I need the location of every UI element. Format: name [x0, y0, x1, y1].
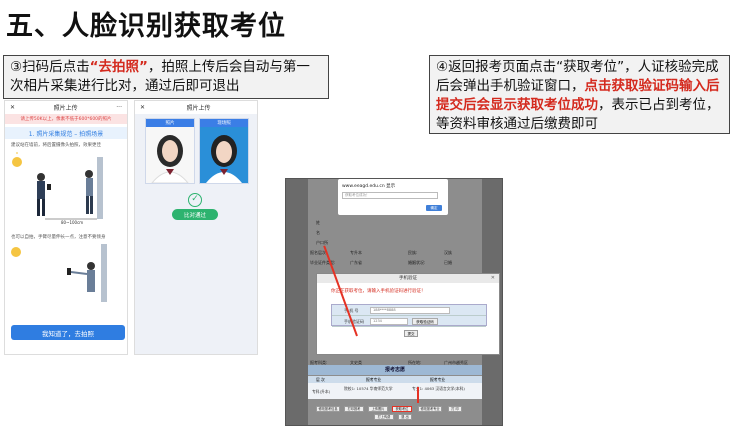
alert-message: 获取考位成功！	[342, 192, 438, 199]
step3-instruction: ③扫码后点击“去拍照”，拍照上传后会自动与第一次相片采集进行比对，通过后即可退出	[3, 55, 329, 99]
pay-button[interactable]: 打上传费	[374, 414, 394, 420]
print-button[interactable]: 打印报考	[344, 406, 364, 412]
verify-dialog-message: 你正在获取考位，请输入手机验证码进行验证！	[331, 289, 426, 294]
arrow-down-icon	[417, 387, 419, 403]
alert-ok-button[interactable]: 确定	[426, 205, 442, 211]
submit-button[interactable]: 提交	[404, 330, 418, 337]
pass-status-badge: 比对通过	[172, 209, 218, 220]
distance-label: 80~100cm	[61, 220, 83, 225]
desktop-screenshot: 姓 名 户口所 报名层次: 专升本 民族: 汉族 毕业证件类型: 广东省 婚姻状况: 已婚 …	[285, 178, 503, 426]
guide-tip-2: 也可以自拍，手臂尽量伸长一点，注意不要倾身	[11, 235, 106, 240]
more-icon[interactable]: ···	[116, 104, 122, 111]
get-code-button[interactable]: 获取验证码	[412, 318, 438, 325]
print-2-button[interactable]: 打 印	[448, 406, 462, 412]
wall-photo-illustration: 80~100cm	[12, 152, 103, 225]
verify-form: 手 机 号 188****8888 手机验证码 1234 获取验证码	[331, 304, 487, 327]
guide-tip-1: 建议站在墙前，将后置摄像头拍照，效果更佳	[11, 143, 101, 148]
page-title: 五、人脸识别获取考位	[6, 11, 286, 42]
live-photo-card: 现场照	[199, 118, 249, 184]
portrait-photo-1	[146, 127, 194, 184]
step4-instruction: ④返回报考页面点击“获取考位”，人证核验完成后会弹出手机验证窗口，点击获取验证码…	[429, 55, 730, 134]
phone1-header-title: 照片上传	[53, 105, 78, 112]
verify-dialog-title: 手机验证 ✕	[317, 274, 499, 283]
phone-row: 手 机 号 188****8888	[332, 305, 486, 316]
phone-screenshot-guide: ✕ 照片上传 ··· 请上传50K以上，像素不低于600*600的照片 1. 照…	[4, 100, 128, 355]
close-icon[interactable]: ✕	[491, 274, 495, 283]
portrait-photo-2	[200, 127, 248, 183]
form-row: 报名层次: 专升本 民族: 汉族	[310, 250, 452, 255]
form-row: 户口所	[316, 240, 328, 245]
table-header: 层 次 报考专业 报考专业	[308, 376, 482, 383]
form-row: 名	[316, 230, 320, 235]
phone2-header: ✕ 照片上传	[135, 101, 257, 114]
browser-alert-dialog: www.eeagd.edu.cn 显示 获取考位成功！ 确定	[338, 179, 448, 215]
edit-info-button[interactable]: 修改报考信息	[316, 406, 340, 412]
phone-field[interactable]: 188****8888	[370, 307, 450, 314]
upload-photo-button[interactable]: 上传照片	[368, 406, 388, 412]
id-photo-card: 照片	[145, 118, 195, 184]
exit-button[interactable]: 退 出	[398, 414, 412, 420]
code-field[interactable]: 1234	[370, 318, 408, 325]
edit-major-button[interactable]: 修改报考专业	[418, 406, 442, 412]
phone2-header-title: 照片上传	[186, 105, 211, 112]
action-buttons: 修改报考信息 打印报考 上传照片 获取考位 修改报考专业 打 印 打上传费 退 …	[308, 404, 482, 425]
card1-label: 照片	[146, 119, 194, 127]
step3-highlight: “去拍照”	[89, 59, 148, 75]
table-row: 专科(升本) 院校1: 10574 华南师范大学 专业1: 4063 汉语言文学…	[308, 383, 482, 399]
card2-label: 现场照	[200, 119, 248, 127]
get-seat-button[interactable]: 获取考位	[392, 406, 412, 412]
section-title: 报考志愿	[308, 365, 482, 375]
form-row: 姓	[316, 220, 320, 225]
close-icon[interactable]: ✕	[10, 104, 15, 111]
check-icon: ✓	[188, 193, 202, 207]
step3-text-before: ③扫码后点击	[10, 59, 90, 75]
go-photo-button[interactable]: 我知道了，去拍照	[11, 325, 125, 340]
close-icon[interactable]: ✕	[140, 104, 145, 111]
selfie-illustration	[11, 244, 107, 302]
alert-host: www.eeagd.edu.cn 显示	[342, 184, 396, 189]
verify-dialog-title-text: 手机验证	[399, 276, 417, 281]
phone-verify-dialog: 手机验证 ✕ 你正在获取考位，请输入手机验证码进行验证！ 手 机 号 188**…	[316, 273, 500, 355]
upload-warning: 请上传50K以上，像素不低于600*600的照片	[5, 114, 127, 124]
phone1-header: ✕ 照片上传 ···	[5, 101, 127, 114]
guide-subtitle: 1. 照片采集规范 – 拍照场景	[5, 127, 127, 139]
phone-screenshot-compare: ✕ 照片上传 照片 现场照 ✓ 比对通过	[134, 100, 258, 355]
form-row: 毕业证件类型: 广东省 婚姻状况: 已婚	[310, 260, 452, 265]
code-row: 手机验证码 1234 获取验证码	[332, 316, 486, 327]
